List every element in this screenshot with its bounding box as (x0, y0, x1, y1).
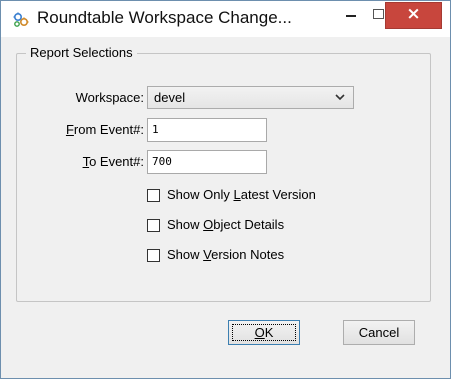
cancel-button[interactable]: Cancel (343, 320, 415, 345)
to-event-label: To Event#: (82, 154, 144, 169)
title-bar[interactable]: Roundtable Workspace Change... × (1, 1, 450, 37)
window-title: Roundtable Workspace Change... (37, 8, 292, 27)
gear-cluster-icon (13, 12, 29, 27)
object-details-label: Show Object Details (167, 217, 285, 232)
minimize-button[interactable] (337, 1, 365, 29)
latest-version-checkbox[interactable] (147, 189, 160, 202)
chevron-down-icon (335, 94, 345, 101)
focus-rectangle (232, 324, 296, 341)
latest-version-label: Show Only Latest Version (167, 187, 316, 202)
close-button[interactable]: × (385, 2, 442, 29)
version-notes-label: Show Version Notes (167, 247, 285, 262)
workspace-label: Workspace: (75, 90, 144, 105)
close-icon: × (406, 4, 421, 24)
version-notes-checkbox[interactable] (147, 249, 160, 262)
maximize-icon (373, 9, 384, 19)
workspace-select[interactable]: devel (147, 86, 354, 109)
to-event-value: 700 (152, 155, 172, 168)
to-event-input[interactable]: 700 (147, 150, 267, 174)
group-label: Report Selections (26, 45, 137, 60)
from-event-value: 1 (152, 123, 159, 136)
object-details-checkbox[interactable] (147, 219, 160, 232)
ok-button[interactable]: OK (228, 320, 300, 345)
minimize-icon (346, 15, 356, 17)
workspace-value: devel (154, 90, 186, 105)
from-event-label: From Event#: (65, 122, 144, 137)
from-event-input[interactable]: 1 (147, 118, 267, 142)
